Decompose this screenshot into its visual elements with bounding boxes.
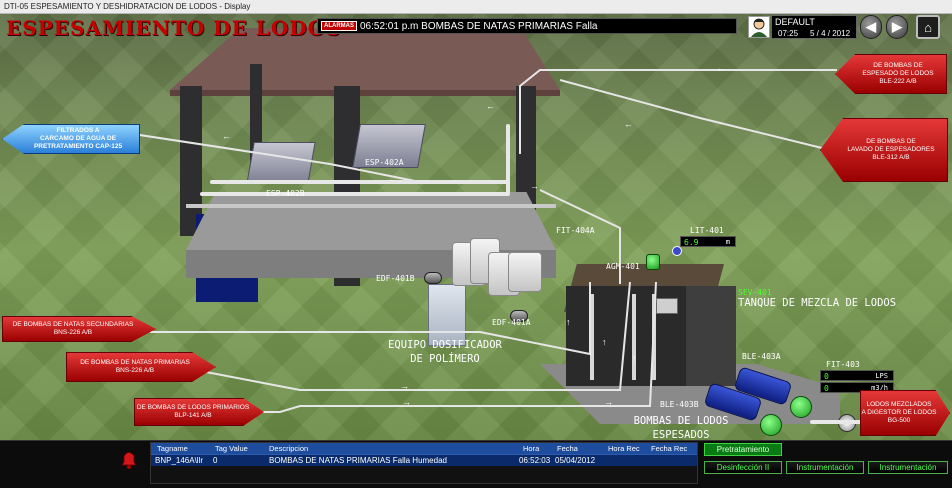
arrow-lavado-line2: LAVADO DE ESPESADORES <box>847 146 935 153</box>
flow-arrow: ← <box>716 63 725 73</box>
arrow-lodos-prim-line2: BLP-141 A/B <box>174 412 212 419</box>
cell-tagname: BNP_146A\llr <box>155 456 204 465</box>
arrow-lavado-line1: DE BOMBAS DE <box>866 138 916 145</box>
window-title: DTI-05 ESPESAMIENTO Y DESHIDRATACION DE … <box>4 2 251 11</box>
lit-401-readout: 6.9 m <box>680 236 736 247</box>
arrow-bombas-lavado[interactable]: DE BOMBAS DE LAVADO DE ESPESADORES BLE-3… <box>820 118 948 182</box>
lit-401-value: 6.9 <box>684 238 699 247</box>
flow-arrow: ↑ <box>566 317 571 327</box>
arrow-mezclados-line1: LODOS MEZCLADOS <box>866 401 932 408</box>
home-icon: ⌂ <box>924 19 932 35</box>
label-edf-401b: EDF-401B <box>376 274 415 283</box>
current-time: 07:25 <box>778 29 799 38</box>
arrow-bombas-espesado[interactable]: DE BOMBAS DE ESPESADO DE LODOS BLE-222 A… <box>835 54 947 94</box>
arrow-filtrados-line3: PRETRATAMIENTO CAP-125 <box>33 143 123 150</box>
cell-descripcion: BOMBAS DE NATAS PRIMARIAS Falla Humedad <box>269 456 447 465</box>
arrow-mezclados-line3: BG-500 <box>887 417 911 424</box>
flow-arrow: ↑ <box>602 337 607 347</box>
arrow-espesado-line1: DE BOMBAS DE <box>873 62 923 69</box>
arrow-espesado-line2: ESPESADO DE LODOS <box>862 70 934 77</box>
flow-arrow: ← <box>624 119 633 129</box>
col-hora-rec[interactable]: Hora Rec <box>608 443 640 454</box>
cell-fecha: 05/04/2012 <box>555 456 596 465</box>
home-button[interactable]: ⌂ <box>916 15 940 39</box>
arrow-natas-sec-line1: DE BOMBAS DE NATAS SECUNDARIAS <box>12 321 134 328</box>
back-button[interactable]: ◀ <box>860 15 882 39</box>
lit-401-unit: m <box>723 237 732 246</box>
flow-arrow: ← <box>222 131 231 141</box>
label-fit-404a: FIT-404A <box>556 226 595 235</box>
pretratamiento-button[interactable]: Pretratamiento <box>704 443 782 456</box>
arrow-natas-sec-line2: BNS-226 A/B <box>53 329 93 336</box>
label-equipo-dosificador: EQUIPO DOSIFICADOR DE POLÍMERO <box>372 338 518 366</box>
fit-403-unit-lps: LPS <box>873 371 890 380</box>
arrow-natas-prim-line1: DE BOMBAS DE NATAS PRIMARIAS <box>80 359 190 366</box>
label-esp-402a: ESP-402A <box>365 158 404 167</box>
col-hora[interactable]: Hora <box>523 443 539 454</box>
user-avatar-icon <box>748 16 770 38</box>
alarm-table[interactable]: Tagname Tag Value Descripcion Hora Fecha… <box>150 442 698 484</box>
arrow-natas-primarias[interactable]: DE BOMBAS DE NATAS PRIMARIAS BNS-226 A/B <box>66 352 216 382</box>
user-panel: DEFAULT 07:25 5 / 4 / 2012 <box>771 15 857 39</box>
cell-hora: 06:52:03 <box>519 456 551 465</box>
label-tanque-mezcla: TANQUE DE MEZCLA DE LODOS <box>738 297 897 309</box>
alarm-bell-icon[interactable] <box>118 448 140 470</box>
instrumentacion-button-2[interactable]: Instrumentación <box>868 461 948 474</box>
label-bombas-line1: BOMBAS DE LODOS <box>633 415 729 427</box>
arrow-espesado-line3: BLE-222 A/B <box>879 78 917 85</box>
label-ble-403b: BLE-403B <box>660 400 699 409</box>
alarm-table-header: Tagname Tag Value Descripcion Hora Fecha… <box>151 443 697 454</box>
user-name: DEFAULT <box>775 17 815 27</box>
arrow-lavado-line3: BLE-312 A/B <box>872 154 910 161</box>
window-title-bar: DTI-05 ESPESAMIENTO Y DESHIDRATACION DE … <box>0 0 952 14</box>
arrow-filtrados-line1: FILTRADOS A <box>56 127 100 134</box>
label-fit-403: FIT-403 <box>826 360 860 369</box>
fit-403-value-m3h: 0 <box>824 384 829 393</box>
label-equipo-line1: EQUIPO DOSIFICADOR <box>388 339 502 351</box>
arrow-lodos-primarios[interactable]: DE BOMBAS DE LODOS PRIMARIOS BLP-141 A/B <box>134 398 264 426</box>
label-agm-401: AGM-401 <box>606 262 640 271</box>
fit-403-value-lps: 0 <box>824 372 829 381</box>
flow-arrow: → <box>400 381 409 391</box>
arrow-filtrados-line2: CARCAMO DE AGUA DE <box>39 135 117 142</box>
table-row[interactable]: BNP_146A\llr 0 BOMBAS DE NATAS PRIMARIAS… <box>151 454 697 466</box>
alarm-badge[interactable]: ALARMAS <box>321 21 357 31</box>
col-fecha[interactable]: Fecha <box>557 443 578 454</box>
flow-arrow: → <box>530 181 539 191</box>
label-esp-402b: ESP-402B <box>266 189 305 198</box>
col-tag-value[interactable]: Tag Value <box>215 443 248 454</box>
arrow-filtrados-cap-125[interactable]: FILTRADOS A CARCAMO DE AGUA DE PRETRATAM… <box>2 124 140 154</box>
flow-arrow: ← <box>486 101 495 111</box>
current-date: 5 / 4 / 2012 <box>810 29 851 38</box>
fit-403-flow-lps: 0 LPS <box>820 370 894 381</box>
arrow-left-icon: ◀ <box>866 19 876 34</box>
col-fecha-rec[interactable]: Fecha Rec <box>651 443 687 454</box>
arrow-mezclados-line2: A DIGESTOR DE LODOS <box>861 409 937 416</box>
col-tagname[interactable]: Tagname <box>157 443 188 454</box>
arrow-natas-secundarias[interactable]: DE BOMBAS DE NATAS SECUNDARIAS BNS-226 A… <box>2 316 156 342</box>
label-ble-403a: BLE-403A <box>742 352 781 361</box>
label-lit-401: LIT-401 <box>690 226 724 235</box>
flow-arrow: → <box>402 397 411 407</box>
flow-arrow: → <box>604 397 613 407</box>
alarm-message: 06:52:01 p.m BOMBAS DE NATAS PRIMARIAS F… <box>360 20 598 32</box>
instrumentacion-button-1[interactable]: Instrumentación <box>786 461 864 474</box>
label-bombas-lodos: BOMBAS DE LODOS ESPESADOS <box>616 414 746 442</box>
cell-tag-value: 0 <box>213 456 218 465</box>
arrow-lodos-mezclados[interactable]: LODOS MEZCLADOS A DIGESTOR DE LODOS BG-5… <box>860 390 950 436</box>
page-title: ESPESAMIENTO DE LODOS <box>6 16 342 40</box>
alarm-banner[interactable]: ALARMAS 06:52:01 p.m BOMBAS DE NATAS PRI… <box>317 18 737 34</box>
desinfeccion-button[interactable]: Desinfección II <box>704 461 782 474</box>
flow-arrow: ↑ <box>632 353 637 363</box>
arrow-right-icon: ▶ <box>892 19 902 34</box>
arrow-natas-prim-line2: BNS-226 A/B <box>115 367 155 374</box>
col-descripcion[interactable]: Descripcion <box>269 443 308 454</box>
arrow-lodos-prim-line1: DE BOMBAS DE LODOS PRIMARIOS <box>136 404 250 411</box>
label-equipo-line2: DE POLÍMERO <box>410 353 480 365</box>
forward-button[interactable]: ▶ <box>886 15 908 39</box>
label-edf-401a: EDF-401A <box>492 318 531 327</box>
